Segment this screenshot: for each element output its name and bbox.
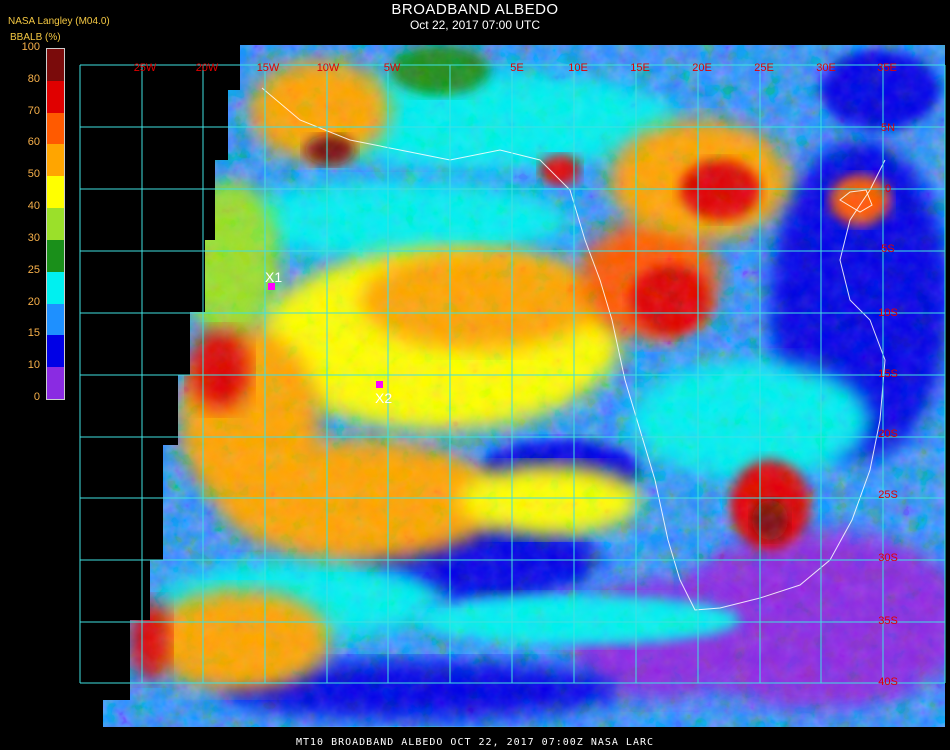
latitude-label: 25S xyxy=(878,489,898,501)
albedo-field xyxy=(103,45,945,727)
latitude-label: 30S xyxy=(878,552,898,564)
latitude-label: 5S xyxy=(881,243,894,255)
marker-x2-dot xyxy=(376,381,383,388)
longitude-label: 5E xyxy=(510,62,523,74)
longitude-label: 25E xyxy=(754,62,774,74)
longitude-label: 35E xyxy=(877,62,897,74)
longitude-label: 5W xyxy=(384,62,401,74)
latitude-label: 40S xyxy=(878,676,898,688)
longitude-label: 20E xyxy=(692,62,712,74)
longitude-label: 25W xyxy=(134,62,157,74)
albedo-map: 25W 20W 15W 10W 5W 5E 10E 15E 20E 25E 30E 35E 5N 0 5S… xyxy=(79,45,946,727)
longitude-label: 30E xyxy=(816,62,836,74)
longitude-label: 20W xyxy=(196,62,219,74)
marker-x2-label: X2 xyxy=(375,390,392,406)
longitude-label: 15E xyxy=(630,62,650,74)
latitude-label: 0 xyxy=(885,183,891,195)
longitude-label: 15W xyxy=(257,62,280,74)
latitude-label: 5N xyxy=(881,122,895,134)
longitude-label: 10W xyxy=(317,62,340,74)
latitude-label: 35S xyxy=(878,615,898,627)
footer-caption: MT10 BROADBAND ALBEDO OCT 22, 2017 07:00… xyxy=(295,737,655,748)
latitude-label: 10S xyxy=(878,307,898,319)
latitude-label: 20S xyxy=(878,428,898,440)
marker-x1-label: X1 xyxy=(265,269,282,285)
latitude-label: 15S xyxy=(878,368,898,380)
longitude-label: 10E xyxy=(568,62,588,74)
